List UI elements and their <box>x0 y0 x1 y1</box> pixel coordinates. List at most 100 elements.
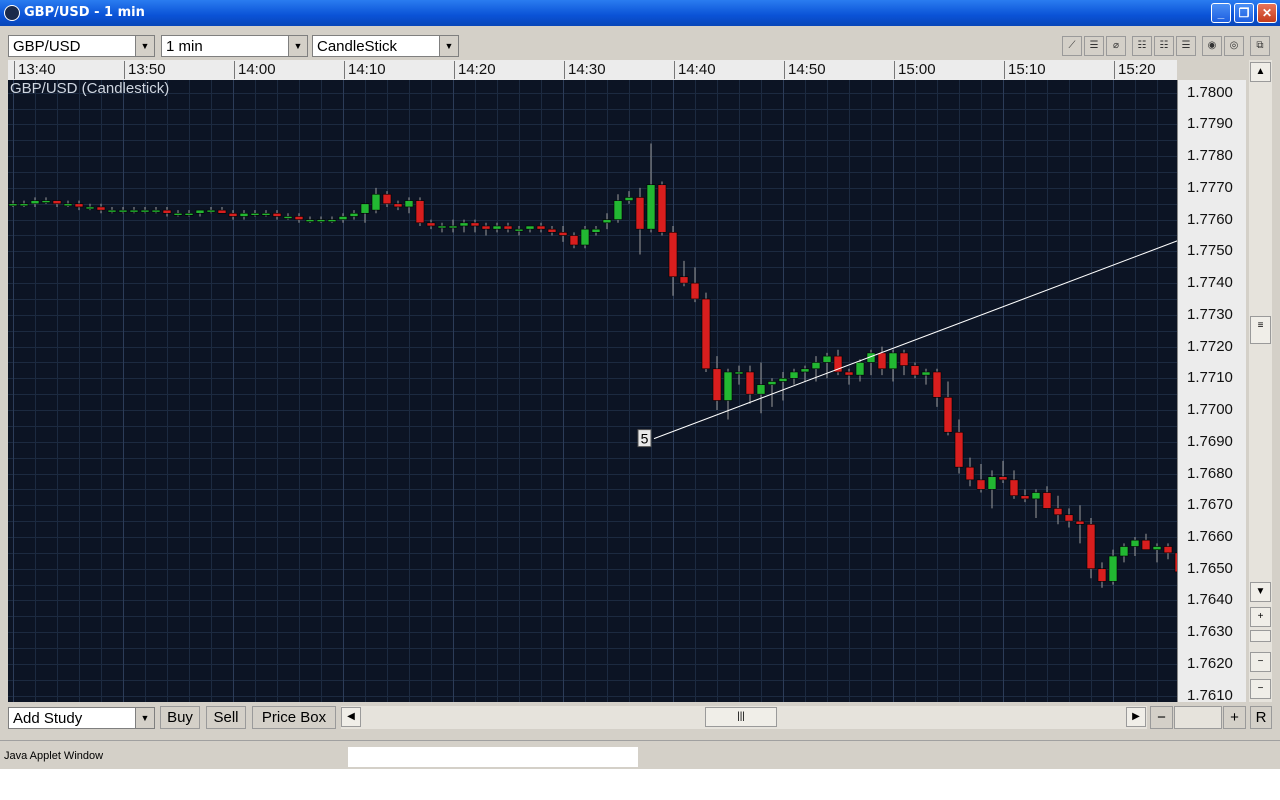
chevron-down-icon[interactable]: ▼ <box>439 36 458 56</box>
time-tick-label: 15:00 <box>894 61 936 79</box>
candle-body <box>74 203 84 208</box>
candle-body <box>195 209 205 214</box>
buy-button[interactable]: Buy <box>160 706 200 729</box>
candle-body <box>943 397 953 433</box>
zoom-minus-button-2[interactable]: − <box>1250 679 1271 699</box>
horizontal-scrollbar[interactable]: ◀ ||| ▶ <box>341 706 1147 729</box>
zoom-in-icon[interactable]: ◉ <box>1202 36 1222 56</box>
scale-slider[interactable] <box>1250 630 1271 642</box>
horizontal-scroll-thumb[interactable]: ||| <box>705 707 777 727</box>
candle-body <box>1152 546 1162 550</box>
status-text: Java Applet Window <box>4 750 104 762</box>
reset-button[interactable]: R <box>1250 706 1272 729</box>
grid-dense-icon[interactable]: ☷ <box>1154 36 1174 56</box>
add-study-label: Add Study <box>13 710 83 727</box>
price-tick-label: 1.7660 <box>1187 527 1233 545</box>
candle-body <box>382 193 392 205</box>
symbol-select[interactable]: GBP/USD ▼ <box>8 35 155 57</box>
interval-select[interactable]: 1 min ▼ <box>161 35 308 57</box>
status-bar: Java Applet Window <box>0 740 1280 769</box>
add-study-select[interactable]: Add Study ▼ <box>8 707 155 729</box>
candle-body <box>525 225 535 230</box>
chart-style-value: CandleStick <box>317 38 398 55</box>
candle-body <box>492 225 502 230</box>
candle-body <box>668 232 678 278</box>
chart-plot-area[interactable]: 5 <box>8 80 1272 702</box>
candle-body <box>965 466 975 481</box>
grid-icon[interactable]: ☷ <box>1132 36 1152 56</box>
price-tick-label: 1.7780 <box>1187 147 1233 165</box>
time-tick-label: 14:20 <box>454 61 496 79</box>
candle-body <box>283 216 293 219</box>
candle-body <box>855 362 865 376</box>
scroll-right-icon[interactable]: ▶ <box>1126 707 1146 727</box>
candle-body <box>41 200 51 203</box>
candle-body <box>129 209 139 213</box>
grid-fine-icon[interactable]: ☰ <box>1176 36 1196 56</box>
price-tick-label: 1.7680 <box>1187 464 1233 482</box>
candle-body <box>503 225 513 230</box>
scroll-thumb[interactable]: ≡ <box>1250 316 1271 344</box>
minimize-button[interactable]: _ <box>1211 3 1231 23</box>
candle-body <box>1009 479 1019 497</box>
chart-style-select[interactable]: CandleStick ▼ <box>312 35 459 57</box>
app-icon <box>4 5 20 21</box>
candle-body <box>624 197 634 201</box>
scroll-down-icon[interactable]: ▼ <box>1250 582 1271 602</box>
price-tick-label: 1.7720 <box>1187 337 1233 355</box>
candle-body <box>162 209 172 214</box>
price-box-button[interactable]: Price Box <box>252 706 336 729</box>
scroll-left-icon[interactable]: ◀ <box>341 707 361 727</box>
candle-body <box>767 381 777 385</box>
maximize-button[interactable]: ❐ <box>1234 3 1254 23</box>
scroll-up-icon[interactable]: ▲ <box>1250 62 1271 82</box>
time-zoom-out-button[interactable]: − <box>1150 706 1173 729</box>
candle-body <box>679 276 689 284</box>
chart-background <box>8 80 1177 702</box>
candle-body <box>118 209 128 213</box>
candle-body <box>338 216 348 220</box>
candle-body <box>305 219 315 222</box>
candle-body <box>481 225 491 230</box>
candle-body <box>976 479 986 490</box>
candle-body <box>437 225 447 229</box>
vertical-scrollbar[interactable]: ▲ ≡ ▼ + − − <box>1249 60 1272 702</box>
candle-body <box>811 362 821 370</box>
candle-body <box>448 225 458 229</box>
candle-body <box>536 225 546 230</box>
detach-window-icon[interactable]: ⧉ <box>1250 36 1270 56</box>
candle-body <box>657 184 667 233</box>
candle-body <box>415 200 425 224</box>
chevron-down-icon[interactable]: ▼ <box>288 36 307 56</box>
zoom-plus-button[interactable]: + <box>1250 607 1271 627</box>
time-tick-label: 13:40 <box>14 61 56 79</box>
zoom-out-icon[interactable]: ◎ <box>1224 36 1244 56</box>
candle-body <box>1020 495 1030 500</box>
horizontal-line-icon[interactable]: ☰ <box>1084 36 1104 56</box>
zoom-minus-button[interactable]: − <box>1250 652 1271 672</box>
candle-body <box>558 232 568 236</box>
price-tick-label: 1.7710 <box>1187 369 1233 387</box>
candle-body <box>184 212 194 216</box>
candle-body <box>932 371 942 398</box>
time-zoom-slider[interactable] <box>1174 706 1222 729</box>
chevron-down-icon[interactable]: ▼ <box>135 36 154 56</box>
candle-body <box>591 228 601 233</box>
time-zoom-in-button[interactable]: + <box>1223 706 1246 729</box>
candle-body <box>635 197 645 230</box>
draw-line-icon[interactable]: ⟋ <box>1062 36 1082 56</box>
sell-button[interactable]: Sell <box>206 706 246 729</box>
candle-body <box>1075 520 1085 525</box>
chevron-down-icon[interactable]: ▼ <box>135 708 154 728</box>
fibonacci-icon[interactable]: ⌀ <box>1106 36 1126 56</box>
candle-body <box>701 298 711 370</box>
candle-body <box>844 371 854 376</box>
candle-body <box>1086 523 1096 570</box>
candle-body <box>8 203 18 207</box>
close-button[interactable]: ✕ <box>1257 3 1277 23</box>
candle-body <box>393 203 403 208</box>
price-tick-label: 1.7750 <box>1187 242 1233 260</box>
candle-body <box>349 212 359 217</box>
candle-body <box>19 203 29 207</box>
price-tick-label: 1.7620 <box>1187 654 1233 672</box>
